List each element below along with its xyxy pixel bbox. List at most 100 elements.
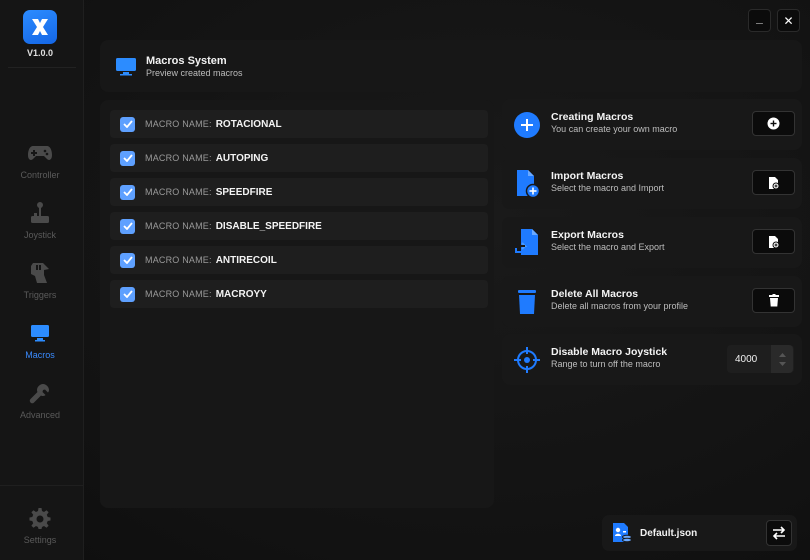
page-subtitle: Preview created macros [146,68,243,78]
import-macros-card: Import Macros Select the macro and Impor… [502,158,802,209]
sidebar-item-controller[interactable]: Controller [0,140,80,192]
macro-name-label: MACRO NAME: [145,289,212,299]
sidebar-item-triggers[interactable]: Triggers [0,260,80,312]
macro-name: ANTIRECOIL [215,254,277,266]
sidebar-item-label: Macros [25,350,55,360]
macro-name-label: MACRO NAME: [145,153,212,163]
macro-name-label: MACRO NAME: [145,119,212,129]
sidebar-item-label: Controller [20,170,60,180]
close-button[interactable]: ✕ [777,9,800,32]
file-add-icon [512,169,542,199]
page-header: Macros System Preview created macros [100,40,802,92]
delete-macros-card: Delete All Macros Delete all macros from… [502,276,802,327]
page-title: Macros System [146,55,227,67]
macro-row[interactable]: MACRO NAME: SPEEDFIRE [110,178,488,206]
card-subtitle: Select the macro and Export [551,242,665,252]
sidebar-item-joystick[interactable]: Joystick [0,200,80,252]
switch-profile-button[interactable] [766,520,792,546]
file-icon [768,176,779,189]
card-title: Export Macros [551,229,624,241]
sidebar-divider [8,67,76,68]
macro-row[interactable]: MACRO NAME: DISABLE_SPEEDFIRE [110,212,488,240]
sidebar-item-label: Joystick [23,230,56,240]
file-icon [768,235,779,248]
card-title: Creating Macros [551,111,634,123]
monitor-icon [26,320,54,346]
macro-name-label: MACRO NAME: [145,255,212,265]
range-input[interactable] [727,345,771,373]
macro-row[interactable]: MACRO NAME: MACROYY [110,280,488,308]
card-title: Delete All Macros [551,288,639,300]
minimize-icon: _ [756,10,763,25]
macro-checkbox[interactable] [120,218,135,234]
app-version: V1.0.0 [26,48,54,58]
app-logo [23,10,57,44]
sidebar-item-label: Triggers [23,290,57,300]
sidebar: V1.0.0 Controller Joystick Triggers Macr… [0,0,84,560]
gear-icon [26,505,54,531]
stepper-arrows[interactable] [771,345,793,373]
disable-joystick-card: Disable Macro Joystick Range to turn off… [502,334,802,385]
card-subtitle: Select the macro and Import [551,183,665,193]
profile-file-icon [611,522,633,549]
card-subtitle: Range to turn off the macro [551,359,661,369]
plus-circle-icon [767,117,780,130]
macro-name: ROTACIONAL [215,118,282,130]
export-macros-card: Export Macros Select the macro and Expor… [502,217,802,268]
trash-icon [512,287,542,317]
export-macro-button[interactable] [752,229,795,254]
check-icon [122,154,133,162]
macro-name: DISABLE_SPEEDFIRE [215,220,322,232]
joystick-icon [26,200,54,226]
plus-circle-icon [512,110,542,140]
creating-macros-card: Creating Macros You can create your own … [502,99,802,150]
swap-icon [772,526,786,540]
macro-row[interactable]: MACRO NAME: ANTIRECOIL [110,246,488,274]
check-icon [122,256,133,264]
sidebar-item-label: Settings [23,535,57,545]
chevron-down-icon[interactable] [778,361,786,366]
card-subtitle: You can create your own macro [551,124,678,134]
create-macro-button[interactable] [752,111,795,136]
sidebar-divider [0,485,84,486]
macro-checkbox[interactable] [120,150,135,166]
macro-name: SPEEDFIRE [215,186,273,198]
macro-checkbox[interactable] [120,286,135,302]
x-logo-icon [32,19,48,35]
macro-checkbox[interactable] [120,252,135,268]
wrench-icon [26,380,54,406]
sidebar-item-macros[interactable]: Macros [0,320,80,372]
sidebar-item-advanced[interactable]: Advanced [0,380,80,432]
trash-icon [768,294,779,307]
card-subtitle: Delete all macros from your profile [551,301,689,311]
file-export-icon [512,228,542,258]
macro-row[interactable]: MACRO NAME: AUTOPING [110,144,488,172]
check-icon [122,188,133,196]
macro-checkbox[interactable] [120,184,135,200]
crosshair-icon [512,345,542,375]
app-window: V1.0.0 Controller Joystick Triggers Macr… [0,0,810,560]
sidebar-item-settings[interactable]: Settings [0,505,80,557]
monitor-icon [115,57,137,82]
chevron-up-icon[interactable] [778,352,786,357]
sidebar-item-label: Advanced [19,410,61,420]
macro-name-label: MACRO NAME: [145,187,212,197]
macro-name-label: MACRO NAME: [145,221,212,231]
import-macro-button[interactable] [752,170,795,195]
card-title: Disable Macro Joystick [551,346,668,358]
check-icon [122,120,133,128]
close-icon: ✕ [783,13,794,28]
check-icon [122,290,133,298]
macro-row[interactable]: MACRO NAME: ROTACIONAL [110,110,488,138]
gamepad-icon [26,140,54,166]
range-stepper [727,345,794,373]
profile-selector: Default.json [602,515,797,551]
macro-name: AUTOPING [215,152,269,164]
trigger-hand-icon [26,260,54,286]
delete-all-button[interactable] [752,288,795,313]
macro-list: MACRO NAME: ROTACIONAL MACRO NAME: AUTOP… [100,100,494,508]
check-icon [122,222,133,230]
minimize-button[interactable]: _ [748,9,771,32]
card-title: Import Macros [551,170,624,182]
macro-checkbox[interactable] [120,116,135,132]
